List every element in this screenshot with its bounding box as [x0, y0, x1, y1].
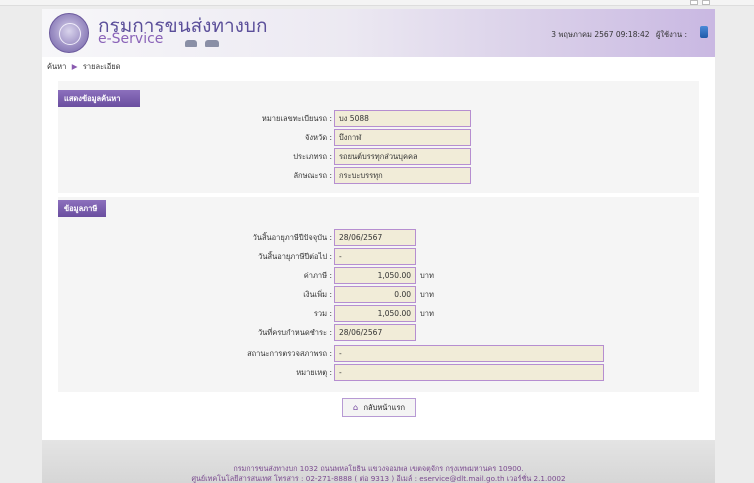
tax-unit: บาท — [420, 271, 434, 280]
total-label: รวม : — [313, 309, 332, 318]
header-banner: กรมการขนส่งทางบก e-Service 3 พฤษภาคม 256… — [42, 9, 715, 57]
window-control-icon[interactable] — [690, 0, 698, 5]
breadcrumb-search-link[interactable]: ค้นหา — [47, 62, 66, 71]
expiry-next-value: - — [334, 248, 416, 265]
breadcrumb-detail: รายละเอียด — [82, 62, 121, 71]
back-home-button[interactable]: ⌂ กลับหน้าแรก — [342, 398, 416, 417]
footer-contact: ศูนย์เทคโนโลยีสารสนเทศ โทรสาร : 02-271-8… — [191, 474, 566, 483]
tax-info-heading: ข้อมูลภาษี — [58, 200, 106, 217]
tax-info-panel: ข้อมูลภาษี วันสิ้นอายุภาษีปีปัจจุบัน : 2… — [58, 197, 699, 392]
search-info-panel: แสดงข้อมูลค้นหา หมายเลขทะเบียนรถ : บง 50… — [58, 81, 699, 193]
tax-label: ค่าภาษี : — [303, 271, 332, 280]
expiry-current-value: 28/06/2567 — [334, 229, 416, 246]
vehicle-body-label: ลักษณะรถ : — [293, 171, 332, 180]
expiry-current-label: วันสิ้นอายุภาษีปีปัจจุบัน : — [252, 233, 332, 242]
breadcrumb: ค้นหา ▶ รายละเอียด — [47, 61, 120, 73]
user-label: ผู้ใช้งาน : — [655, 30, 687, 39]
search-info-heading: แสดงข้อมูลค้นหา — [58, 90, 140, 107]
plate-value: บง 5088 — [334, 110, 471, 127]
surcharge-unit: บาท — [420, 290, 434, 299]
total-value: 1,050.00 — [334, 305, 416, 322]
inspection-status-label: สถานะการตรวจสภาพรถ : — [247, 349, 332, 358]
header-info: 3 พฤษภาคม 2567 09:18:42 ผู้ใช้งาน : — [547, 29, 687, 41]
window-control-icon[interactable] — [702, 0, 710, 5]
note-label: หมายเหตุ : — [296, 368, 332, 377]
car-icon — [185, 40, 197, 47]
plate-label: หมายเลขทะเบียนรถ : — [261, 114, 332, 123]
breadcrumb-arrow-icon: ▶ — [71, 62, 78, 71]
vehicle-body-value: กระบะบรรทุก — [334, 167, 471, 184]
province-label: จังหวัด : — [305, 133, 332, 142]
due-date-value: 28/06/2567 — [334, 324, 416, 341]
home-icon: ⌂ — [352, 403, 359, 412]
province-value: บึงกาฬ — [334, 129, 471, 146]
footer: กรมการขนส่งทางบก 1032 ถนนพหลโยธิน แขวงจอ… — [42, 440, 715, 483]
surcharge-label: เงินเพิ่ม : — [303, 290, 332, 299]
vehicle-type-value: รถยนต์บรรทุกส่วนบุคคล — [334, 148, 471, 165]
footer-address: กรมการขนส่งทางบก 1032 ถนนพหลโยธิน แขวงจอ… — [233, 464, 524, 473]
car-icon — [205, 40, 219, 47]
datetime-text: 3 พฤษภาคม 2567 09:18:42 — [551, 30, 650, 39]
back-home-label: กลับหน้าแรก — [363, 403, 406, 412]
user-icon[interactable] — [700, 26, 708, 38]
due-date-label: วันที่ครบกำหนดชำระ : — [257, 328, 332, 337]
logo-title-eservice: e-Service — [98, 31, 164, 47]
expiry-next-label: วันสิ้นอายุภาษีปีต่อไป : — [258, 252, 332, 261]
browser-top-strip — [0, 0, 754, 6]
note-value: - — [334, 364, 604, 381]
tax-value: 1,050.00 — [334, 267, 416, 284]
page-container: กรมการขนส่งทางบก e-Service 3 พฤษภาคม 256… — [42, 9, 715, 483]
surcharge-value: 0.00 — [334, 286, 416, 303]
inspection-status-value: - — [334, 345, 604, 362]
total-unit: บาท — [420, 309, 434, 318]
vehicle-type-label: ประเภทรถ : — [293, 152, 332, 161]
dlt-seal-logo-icon — [49, 13, 89, 53]
